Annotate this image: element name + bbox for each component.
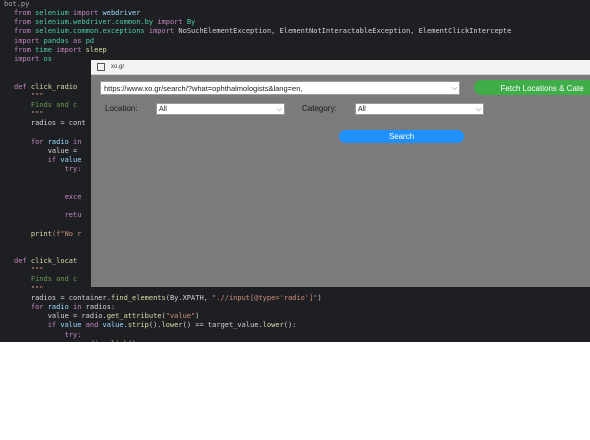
fetch-locations-button[interactable]: Fetch Locations & Cate (474, 80, 590, 95)
category-value: All (358, 105, 366, 113)
app-icon (97, 63, 105, 71)
location-select[interactable]: All ⌵ (156, 103, 285, 115)
app-window: xo.gr https://www.xo.gr/search/?what=oph… (91, 60, 590, 287)
category-label: Category: (302, 104, 337, 113)
code-line: if value and value.strip().lower() == ta… (47, 321, 297, 330)
search-button[interactable]: Search (339, 130, 464, 143)
code-line: value = radio.get_attribute("value") (14, 312, 200, 321)
window-title: xo.gr (111, 64, 125, 70)
location-label: Location: (105, 104, 138, 113)
location-value: All (159, 105, 167, 113)
chevron-down-icon: ⌵ (475, 104, 482, 113)
code-line: import pandas as pd (14, 36, 95, 45)
code-line: radio.click() (14, 340, 511, 342)
url-value: https://www.xo.gr/search/?what=ophthalmo… (104, 83, 303, 93)
title-bar[interactable]: xo.gr (91, 60, 590, 75)
code-line: from selenium import webdriver (14, 9, 141, 17)
chevron-down-icon: ⌵ (276, 104, 283, 113)
code-line: from selenium.webdriver.common.by import… (14, 18, 196, 27)
chevron-down-icon[interactable]: ⌵ (450, 84, 459, 93)
url-combobox[interactable]: https://www.xo.gr/search/?what=ophthalmo… (100, 81, 460, 95)
category-select[interactable]: All ⌵ (355, 103, 484, 115)
code-line: for radio in radios: (30, 303, 116, 311)
code-line: from selenium.common.exceptions import N… (14, 27, 512, 36)
code-line: radios = container.find_elements(By.XPAT… (14, 293, 322, 302)
code-line: try: (64, 330, 82, 339)
code-line: from time import sleep (14, 45, 107, 54)
